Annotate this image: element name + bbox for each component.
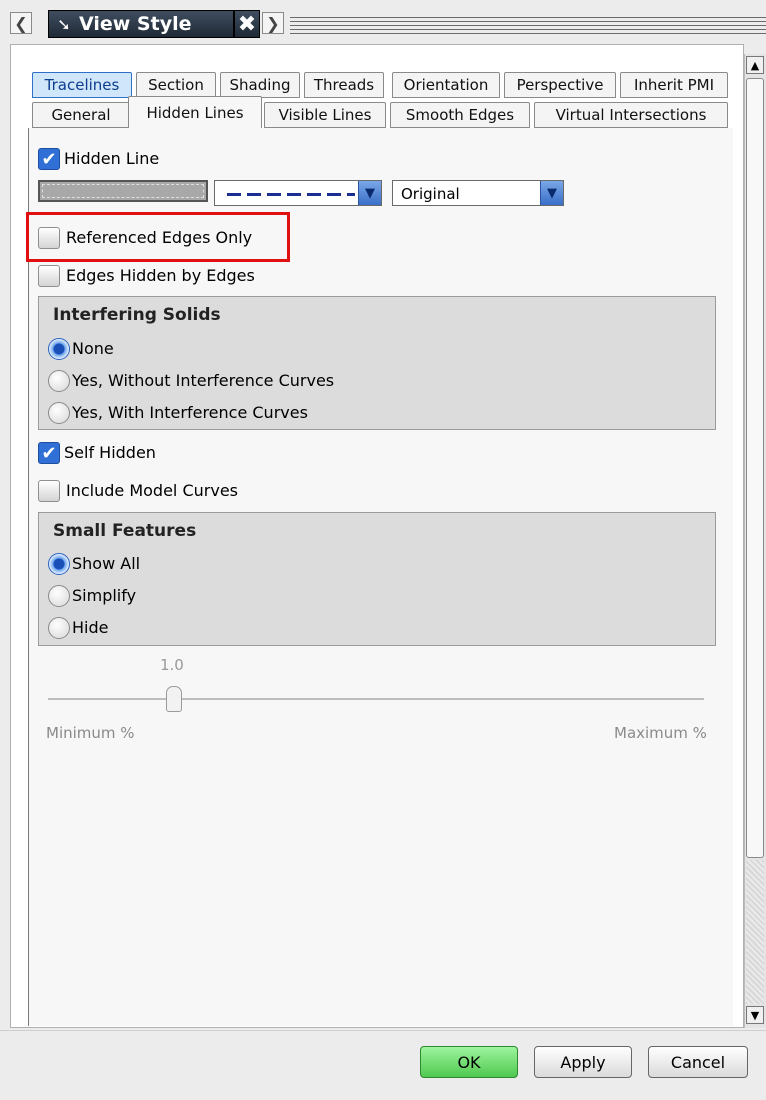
line-style-dropdown[interactable]: ▼ (214, 180, 382, 206)
slider-value: 1.0 (160, 656, 184, 674)
hidden-line-checkbox[interactable]: ✔ (38, 148, 60, 170)
radio-show-all-label: Show All (72, 554, 141, 573)
small-features-title: Small Features (53, 521, 197, 541)
title-bar: ❮ ➘ View Style ✖ ❯ (0, 0, 766, 40)
previous-arrow-icon[interactable]: ❮ (10, 12, 32, 34)
radio-without-interference-curves-label: Yes, Without Interference Curves (72, 371, 335, 390)
scrollbar-track-remainder[interactable] (746, 860, 764, 1004)
radio-simplify[interactable] (48, 585, 70, 607)
dashed-line-preview (227, 193, 355, 196)
tab-inherit-pmi[interactable]: Inherit PMI (620, 72, 728, 98)
self-hidden-label: Self Hidden (64, 443, 156, 462)
scroll-down-icon[interactable]: ▼ (746, 1006, 764, 1024)
tab-general[interactable]: General (32, 102, 130, 128)
ok-button[interactable]: OK (420, 1046, 518, 1078)
radio-show-all[interactable] (48, 553, 70, 575)
tab-hidden-lines[interactable]: Hidden Lines (128, 96, 262, 128)
radio-simplify-label: Simplify (72, 586, 137, 605)
hidden-line-label: Hidden Line (64, 149, 160, 168)
interfering-solids-title: Interfering Solids (53, 305, 221, 325)
chevron-down-icon[interactable]: ▼ (358, 181, 381, 205)
slider-track[interactable] (48, 698, 704, 700)
referenced-edges-only-label: Referenced Edges Only (66, 228, 253, 247)
radio-none-label: None (72, 339, 114, 358)
slider-min-label: Minimum % (46, 724, 135, 742)
dialog-title: View Style (79, 13, 192, 35)
hidden-line-color-swatch[interactable] (38, 180, 208, 202)
apply-button[interactable]: Apply (534, 1046, 632, 1078)
radio-without-interference-curves[interactable] (48, 370, 70, 392)
edges-hidden-by-edges-checkbox[interactable] (38, 265, 60, 287)
tab-shading[interactable]: Shading (220, 72, 300, 98)
tab-perspective[interactable]: Perspective (504, 72, 616, 98)
referenced-edges-only-checkbox[interactable] (38, 227, 60, 249)
line-width-value: Original (401, 185, 460, 203)
tab-tracelines[interactable]: Tracelines (32, 72, 132, 98)
self-hidden-checkbox[interactable]: ✔ (38, 442, 60, 464)
tab-visible-lines[interactable]: Visible Lines (264, 102, 386, 128)
cancel-button[interactable]: Cancel (648, 1046, 748, 1078)
radio-hide[interactable] (48, 617, 70, 639)
include-model-curves-checkbox[interactable] (38, 480, 60, 502)
line-width-dropdown[interactable]: Original ▼ (392, 180, 564, 206)
chevron-down-icon[interactable]: ▼ (540, 181, 563, 205)
scroll-up-icon[interactable]: ▲ (746, 56, 764, 74)
slider-max-label: Maximum % (614, 724, 707, 742)
close-icon[interactable]: ✖ (234, 10, 260, 38)
tab-threads[interactable]: Threads (304, 72, 384, 98)
include-model-curves-label: Include Model Curves (66, 481, 238, 500)
scrollbar-thumb[interactable] (746, 78, 764, 858)
next-arrow-icon[interactable]: ❯ (262, 12, 284, 34)
edges-hidden-by-edges-label: Edges Hidden by Edges (66, 266, 255, 285)
dialog-title-tab[interactable]: ➘ View Style (48, 10, 234, 38)
radio-none[interactable] (48, 338, 70, 360)
tab-orientation[interactable]: Orientation (392, 72, 500, 98)
title-grip[interactable] (290, 14, 766, 36)
radio-hide-label: Hide (72, 618, 109, 637)
slider-thumb[interactable] (166, 686, 182, 712)
arrow-icon: ➘ (57, 14, 71, 34)
tab-section[interactable]: Section (136, 72, 216, 98)
tab-smooth-edges[interactable]: Smooth Edges (390, 102, 530, 128)
small-features-group: Small Features (38, 512, 716, 646)
tab-virtual-intersections[interactable]: Virtual Intersections (534, 102, 728, 128)
radio-with-interference-curves-label: Yes, With Interference Curves (72, 403, 308, 422)
radio-with-interference-curves[interactable] (48, 402, 70, 424)
